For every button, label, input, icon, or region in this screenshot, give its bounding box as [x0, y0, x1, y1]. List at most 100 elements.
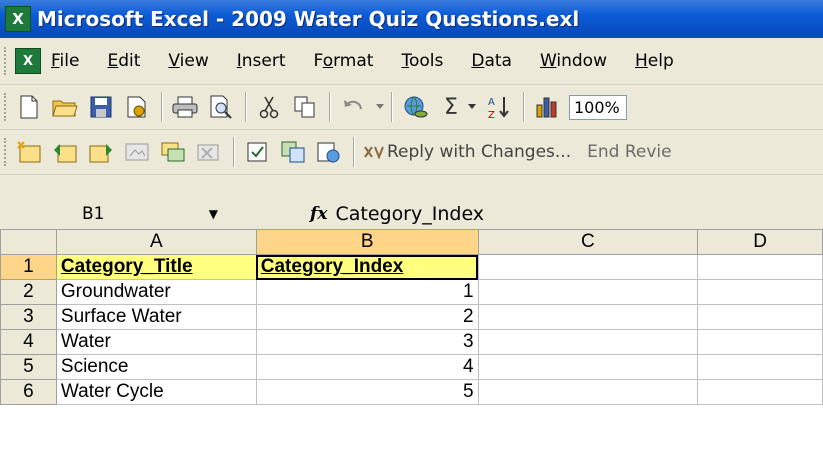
reply-with-changes-icon	[363, 138, 385, 166]
undo-dropdown-icon[interactable]	[375, 93, 385, 121]
cell[interactable]	[477, 329, 699, 355]
toolbar-separator	[353, 137, 355, 167]
create-task-icon[interactable]	[243, 138, 271, 166]
zoom-combobox[interactable]: 100%	[569, 94, 627, 120]
menu-tools[interactable]: Tools	[401, 51, 443, 71]
reviewing-toolbar: Reply with Changes... End Revie	[0, 130, 823, 175]
excel-app-icon[interactable]: X	[5, 6, 31, 32]
autosum-dropdown-icon[interactable]	[467, 93, 477, 121]
table-row: 6 Water Cycle 5	[0, 379, 823, 405]
column-header-a[interactable]: A	[55, 229, 257, 255]
menu-help[interactable]: Help	[635, 51, 674, 71]
svg-text:Z: Z	[488, 110, 495, 120]
cell[interactable]	[697, 354, 823, 380]
menu-edit[interactable]: Edit	[107, 51, 140, 71]
insert-function-icon[interactable]: fx	[310, 204, 327, 224]
previous-comment-icon[interactable]	[51, 138, 79, 166]
worksheet-table: A B C D 1 Category_Title Category_Index …	[0, 229, 823, 405]
cell[interactable]: 1	[255, 279, 479, 305]
cell-a1[interactable]: Category_Title	[55, 254, 257, 280]
cell[interactable]: Water	[55, 329, 257, 355]
table-row: 4 Water 3	[0, 329, 823, 355]
cell[interactable]	[697, 379, 823, 405]
name-box[interactable]: B1 ▼	[4, 202, 224, 226]
permission-icon[interactable]	[123, 93, 151, 121]
menu-file[interactable]: File	[51, 51, 79, 71]
cell[interactable]	[477, 379, 699, 405]
reply-with-changes-button[interactable]: Reply with Changes...	[387, 142, 571, 162]
cell[interactable]: 2	[255, 304, 479, 330]
worksheet-grid: A B C D 1 Category_Title Category_Index …	[0, 229, 823, 462]
chart-wizard-icon[interactable]	[533, 93, 561, 121]
toolbar-separator	[329, 92, 331, 122]
cell[interactable]: Water Cycle	[55, 379, 257, 405]
table-row: 1 Category_Title Category_Index	[0, 254, 823, 280]
new-comment-icon[interactable]	[15, 138, 43, 166]
cell[interactable]	[697, 254, 823, 280]
menu-view[interactable]: View	[168, 51, 208, 71]
select-all-corner[interactable]	[0, 229, 57, 255]
row-header[interactable]: 2	[0, 279, 57, 305]
print-preview-icon[interactable]	[207, 93, 235, 121]
table-row: 2 Groundwater 1	[0, 279, 823, 305]
cell[interactable]	[477, 354, 699, 380]
cell[interactable]: 3	[255, 329, 479, 355]
toolbar-grip[interactable]	[4, 138, 10, 166]
update-file-icon[interactable]	[279, 138, 307, 166]
copy-icon[interactable]	[291, 93, 319, 121]
row-header[interactable]: 6	[0, 379, 57, 405]
autosum-icon[interactable]: Σ	[437, 93, 465, 121]
name-box-value: B1	[82, 204, 105, 224]
cell[interactable]: Surface Water	[55, 304, 257, 330]
menu-window[interactable]: Window	[540, 51, 607, 71]
cell[interactable]	[477, 279, 699, 305]
toolbar-separator	[161, 92, 163, 122]
name-box-dropdown-icon[interactable]: ▼	[209, 207, 218, 221]
table-row: 3 Surface Water 2	[0, 304, 823, 330]
delete-comment-icon[interactable]	[195, 138, 223, 166]
column-header-c[interactable]: C	[477, 229, 699, 255]
cell[interactable]: 4	[255, 354, 479, 380]
cell[interactable]	[477, 304, 699, 330]
row-header[interactable]: 1	[0, 254, 57, 280]
end-review-button[interactable]: End Revie	[587, 142, 671, 162]
row-header[interactable]: 5	[0, 354, 57, 380]
cell[interactable]	[697, 329, 823, 355]
save-icon[interactable]	[87, 93, 115, 121]
hyperlink-icon[interactable]	[401, 93, 429, 121]
cell[interactable]: 5	[255, 379, 479, 405]
show-all-comments-icon[interactable]	[159, 138, 187, 166]
toolbar-separator	[391, 92, 393, 122]
workbook-icon[interactable]: X	[15, 48, 41, 74]
title-bar: X Microsoft Excel - 2009 Water Quiz Ques…	[0, 0, 823, 38]
toolbar-separator	[523, 92, 525, 122]
formula-bar: B1 ▼ fx Category_Index	[0, 200, 823, 228]
row-header[interactable]: 3	[0, 304, 57, 330]
cell-b1[interactable]: Category_Index	[255, 254, 479, 280]
menu-insert[interactable]: Insert	[237, 51, 286, 71]
formula-input[interactable]: Category_Index	[335, 203, 484, 225]
cell[interactable]: Science	[55, 354, 257, 380]
toolbar-grip[interactable]	[4, 93, 10, 121]
new-document-icon[interactable]	[15, 93, 43, 121]
cut-icon[interactable]	[255, 93, 283, 121]
row-header[interactable]: 4	[0, 329, 57, 355]
menu-data[interactable]: Data	[471, 51, 512, 71]
menu-grip[interactable]	[4, 47, 10, 75]
cell[interactable]	[697, 304, 823, 330]
menu-bar: X File Edit View Insert Format Tools Dat…	[0, 38, 823, 85]
undo-icon[interactable]	[339, 93, 367, 121]
open-folder-icon[interactable]	[51, 93, 79, 121]
send-to-mail-recipient-icon[interactable]	[315, 138, 343, 166]
next-comment-icon[interactable]	[87, 138, 115, 166]
cell[interactable]: Groundwater	[55, 279, 257, 305]
show-hide-comment-icon[interactable]	[123, 138, 151, 166]
column-header-d[interactable]: D	[697, 229, 823, 255]
column-header-b[interactable]: B	[255, 229, 479, 255]
cell[interactable]	[697, 279, 823, 305]
toolbar-separator	[245, 92, 247, 122]
cell[interactable]	[477, 254, 699, 280]
menu-format[interactable]: Format	[314, 51, 374, 71]
sort-ascending-icon[interactable]: AZ	[485, 93, 513, 121]
print-icon[interactable]	[171, 93, 199, 121]
